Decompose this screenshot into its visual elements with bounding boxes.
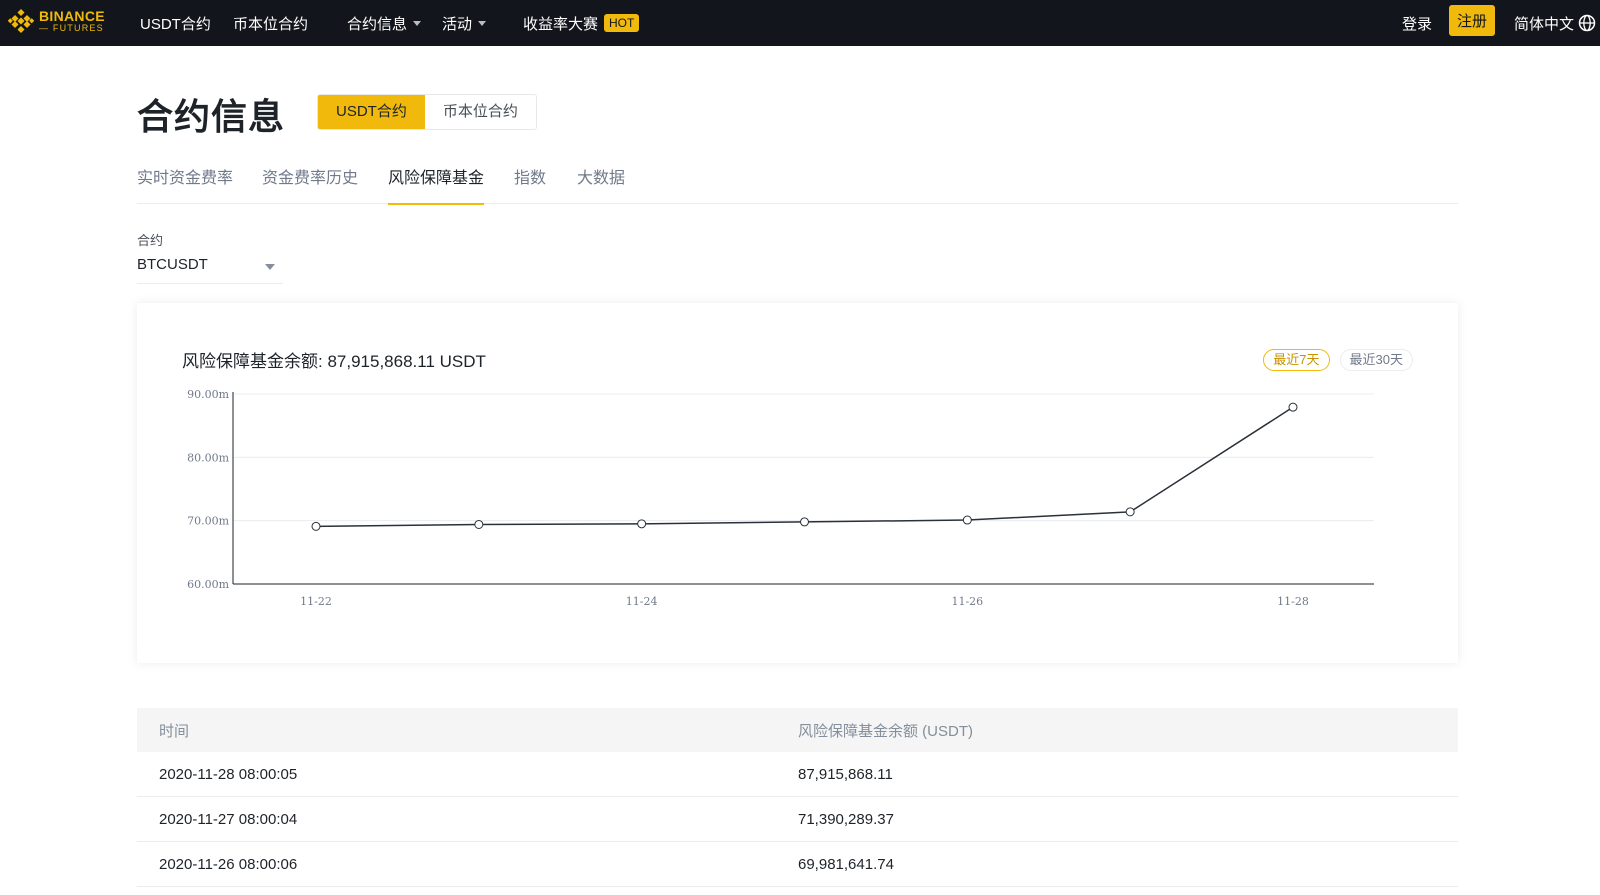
insurance-fund-table: 时间 风险保障基金余额 (USDT) 2020-11-28 08:00:05 8… — [137, 708, 1458, 887]
nav-label: 活动 — [442, 15, 473, 33]
x-tick-label: 11-22 — [300, 595, 332, 608]
login-link[interactable]: 登录 — [1402, 0, 1432, 46]
segment-coin-futures[interactable]: 币本位合约 — [425, 95, 536, 129]
globe-icon[interactable] — [1578, 14, 1596, 32]
nav-coin-futures[interactable]: 币本位合约 — [233, 0, 308, 46]
series-line — [315, 406, 1294, 528]
contract-label: 合约 — [137, 233, 164, 248]
data-point — [1125, 507, 1135, 517]
data-point — [1288, 402, 1298, 412]
language-selector[interactable]: 简体中文 — [1514, 0, 1574, 46]
cell-balance: 87,915,868.11 — [798, 765, 893, 783]
insurance-fund-chart-card: 风险保障基金余额: 87,915,868.11 USDT 最近7天 最近30天 … — [137, 303, 1458, 663]
info-tabs: 实时资金费率 资金费率历史 风险保障基金 指数 大数据 — [137, 164, 1458, 205]
tab-index[interactable]: 指数 — [514, 164, 546, 204]
cell-time: 2020-11-27 08:00:04 — [159, 810, 298, 828]
page-title: 合约信息 — [137, 96, 286, 137]
logo-subtitle: — FUTURES — [39, 23, 104, 33]
insurance-fund-line-chart: 60.00m 70.00m 80.00m 90.00m 11-22 11-24 11-26 1… — [187, 388, 1374, 608]
header-balance: 风险保障基金余额 (USDT) — [798, 722, 973, 740]
header-time: 时间 — [159, 722, 190, 740]
tab-big-data[interactable]: 大数据 — [577, 164, 625, 204]
cell-balance: 69,981,641.74 — [798, 855, 894, 873]
hot-badge: HOT — [604, 14, 640, 32]
nav-contract-info[interactable]: 合约信息 — [347, 0, 422, 46]
top-nav-bar: BINANCE — FUTURES USDT合约 币本位合约 合约信息 活动 收… — [0, 0, 1600, 46]
nav-yield-competition[interactable]: 收益率大赛 HOT — [523, 0, 640, 46]
table-row: 2020-11-27 08:00:04 71,390,289.37 — [137, 797, 1458, 842]
register-button[interactable]: 注册 — [1449, 5, 1495, 36]
data-point — [962, 515, 972, 525]
chevron-down-icon — [265, 264, 275, 270]
contract-select[interactable]: BTCUSDT — [137, 252, 283, 284]
nav-label: 合约信息 — [347, 15, 408, 33]
nav-usdt-futures[interactable]: USDT合约 — [140, 0, 211, 46]
nav-label: 币本位合约 — [233, 15, 309, 33]
nav-label: USDT合约 — [140, 15, 211, 33]
y-tick-label: 90.00m — [187, 388, 229, 401]
data-point — [637, 519, 647, 529]
y-tick-label: 60.00m — [187, 578, 229, 591]
table-row: 2020-11-26 08:00:06 69,981,641.74 — [137, 842, 1458, 887]
x-tick-label: 11-28 — [1277, 595, 1309, 608]
tab-realtime-funding-rate[interactable]: 实时资金费率 — [137, 164, 233, 204]
nav-label: 收益率大赛 — [523, 15, 599, 33]
cell-time: 2020-11-28 08:00:05 — [159, 765, 298, 783]
chevron-down-icon — [478, 20, 487, 26]
table-row: 2020-11-28 08:00:05 87,915,868.11 — [137, 752, 1458, 797]
y-tick-label: 70.00m — [187, 515, 229, 528]
contract-type-switch: USDT合约 币本位合约 — [317, 94, 537, 130]
tab-insurance-fund[interactable]: 风险保障基金 — [388, 164, 485, 205]
contract-select-value: BTCUSDT — [137, 256, 208, 273]
chevron-down-icon — [413, 20, 422, 26]
y-tick-label: 80.00m — [187, 451, 229, 464]
tab-funding-rate-history[interactable]: 资金费率历史 — [262, 164, 358, 204]
cell-time: 2020-11-26 08:00:06 — [159, 855, 298, 873]
table-header: 时间 风险保障基金余额 (USDT) — [137, 708, 1458, 752]
data-point — [311, 521, 321, 531]
x-tick-label: 11-24 — [626, 595, 658, 608]
binance-logo-icon — [8, 8, 34, 34]
segment-usdt-futures[interactable]: USDT合约 — [318, 95, 425, 129]
binance-futures-logo[interactable]: BINANCE — FUTURES — [8, 8, 105, 34]
nav-activities[interactable]: 活动 — [442, 0, 487, 46]
x-tick-label: 11-26 — [951, 595, 983, 608]
logo-wordmark: BINANCE — [39, 8, 105, 24]
data-point — [800, 517, 809, 527]
cell-balance: 71,390,289.37 — [798, 810, 894, 828]
data-point — [474, 519, 484, 529]
